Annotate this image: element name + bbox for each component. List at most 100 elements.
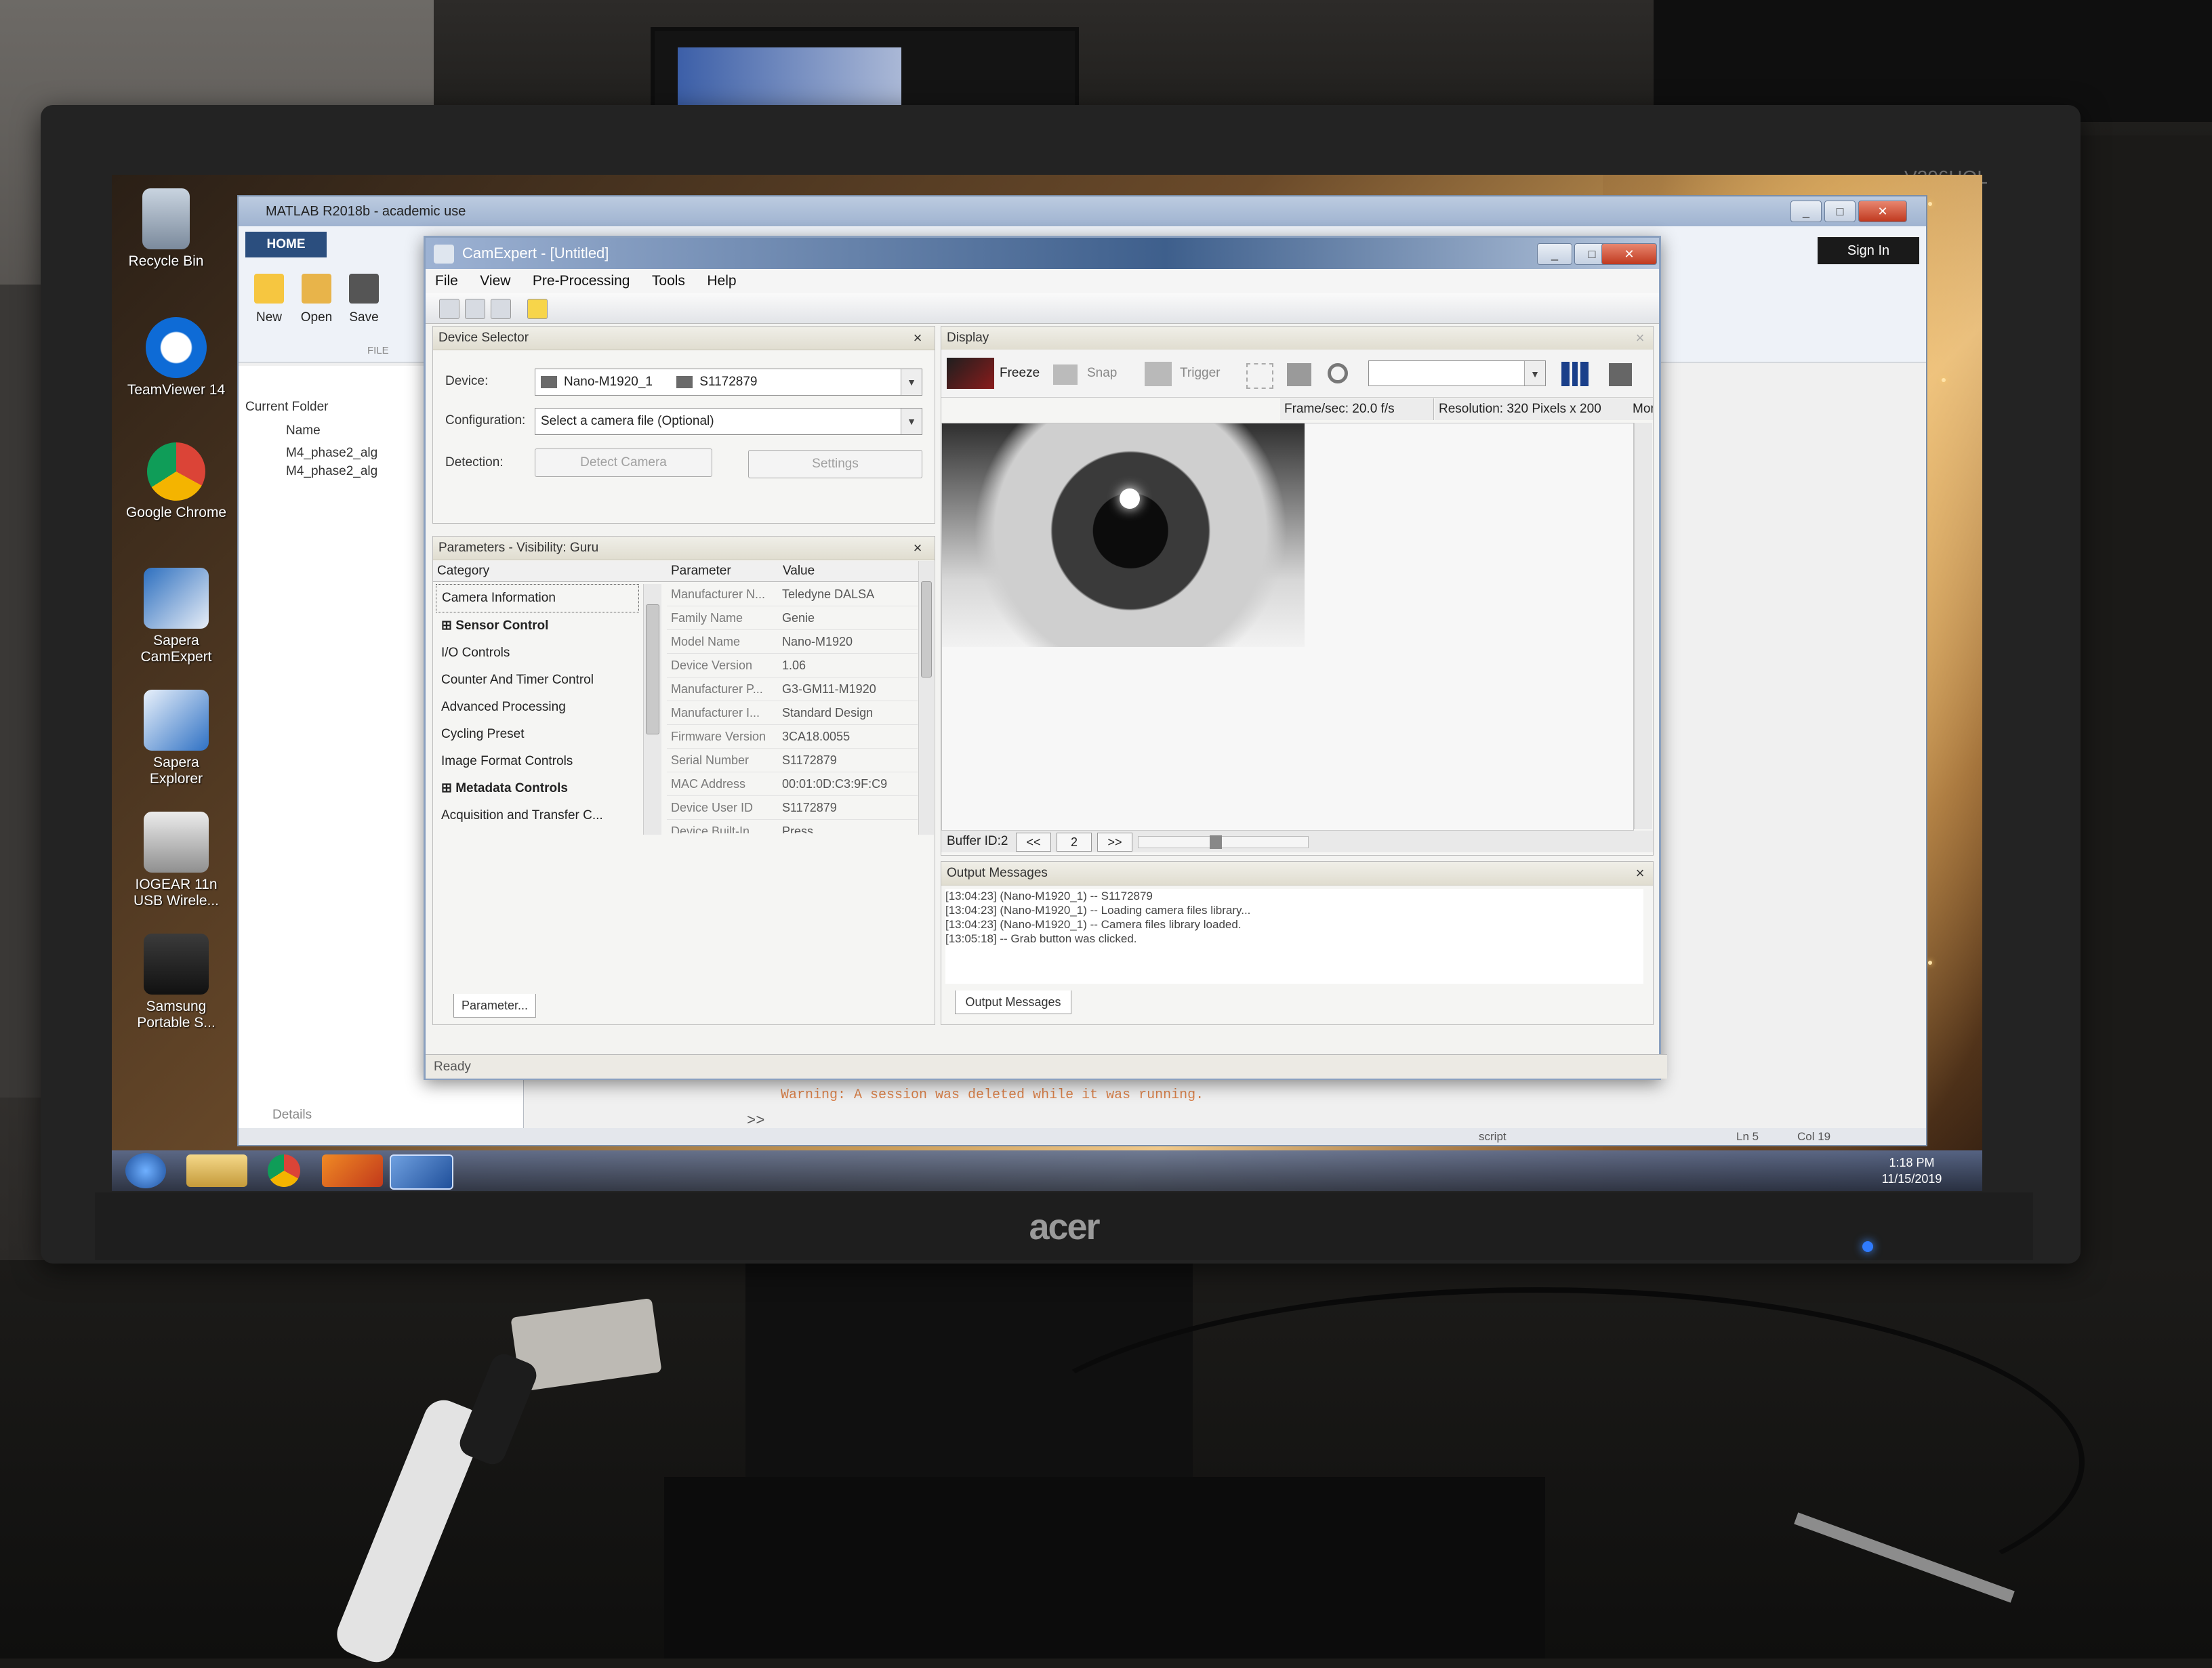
help-icon[interactable]: [527, 299, 548, 319]
desktop-icon-samsung[interactable]: Samsung Portable S...: [125, 934, 227, 1035]
detect-camera-button[interactable]: Detect Camera: [535, 449, 712, 477]
toolbar: [426, 293, 1659, 324]
param-value: Nano-M1920: [782, 635, 853, 648]
tab-output-messages[interactable]: Output Messages: [955, 991, 1071, 1014]
settings-button[interactable]: Settings: [748, 450, 922, 478]
parameter-scrollbar[interactable]: [918, 561, 934, 835]
sign-in-button[interactable]: Sign In: [1818, 237, 1919, 264]
table-row[interactable]: Family Name Genie: [667, 606, 918, 630]
image-view[interactable]: [941, 423, 1634, 831]
category-scrollbar-thumb[interactable]: [646, 604, 659, 734]
category-item[interactable]: I/O Controls: [436, 640, 639, 667]
parameters-header: Parameters - Visibility: Guru: [433, 537, 935, 560]
trigger-icon[interactable]: [1145, 362, 1172, 386]
stop-icon[interactable]: [1609, 363, 1632, 386]
category-item[interactable]: ⊞ Metadata Controls: [436, 775, 639, 802]
table-row[interactable]: Model Name Nano-M1920: [667, 630, 918, 654]
parameters-close-icon[interactable]: ×: [907, 537, 928, 560]
matlab-close-button[interactable]: ✕: [1858, 201, 1907, 222]
new-button[interactable]: New: [245, 274, 293, 355]
tab-home[interactable]: HOME: [245, 232, 327, 257]
tab-parameter[interactable]: Parameter...: [453, 994, 536, 1018]
system-clock[interactable]: 1:18 PM 11/15/2019: [1858, 1154, 1966, 1188]
menu-tools[interactable]: Tools: [642, 269, 695, 293]
trigger-button[interactable]: Trigger: [1180, 350, 1220, 397]
table-row[interactable]: Manufacturer P... G3-GM11-M1920: [667, 677, 918, 701]
snap-icon[interactable]: [1053, 364, 1078, 385]
start-button[interactable]: [125, 1153, 166, 1188]
open-file-icon[interactable]: [465, 299, 485, 319]
parameter-scrollbar-thumb[interactable]: [921, 581, 932, 677]
fit-icon[interactable]: [1246, 363, 1273, 389]
expand-icon[interactable]: ⊞: [441, 781, 455, 795]
buffer-number-field[interactable]: 2: [1057, 833, 1092, 852]
histogram-icon[interactable]: [1561, 362, 1589, 386]
desktop-icon-recycle-bin[interactable]: Recycle Bin: [115, 188, 217, 290]
matlab-minimize-button[interactable]: _: [1790, 201, 1822, 222]
file-item[interactable]: M4_phase2_alg: [286, 464, 377, 479]
category-item[interactable]: Image Format Controls: [436, 748, 639, 775]
buffer-slider[interactable]: [1138, 835, 1309, 849]
taskbar-chrome-icon[interactable]: [268, 1154, 300, 1187]
category-item[interactable]: Acquisition and Transfer C...: [436, 802, 639, 829]
image-icon[interactable]: [1287, 363, 1311, 386]
taskbar-explorer-icon[interactable]: [186, 1154, 247, 1187]
zoom-select[interactable]: ▼: [1368, 360, 1546, 386]
new-file-icon[interactable]: [439, 299, 459, 319]
desktop-icon-iogear[interactable]: IOGEAR 11n USB Wirele...: [125, 812, 227, 913]
table-row[interactable]: Device Version 1.06: [667, 654, 918, 677]
taskbar-camexpert-icon[interactable]: [390, 1154, 453, 1190]
grab-camera-icon[interactable]: [947, 358, 994, 389]
table-row[interactable]: Firmware Version 3CA18.0055: [667, 725, 918, 749]
table-row[interactable]: Device User ID S1172879: [667, 796, 918, 820]
camexpert-close-button[interactable]: ✕: [1601, 243, 1657, 265]
display-close-icon[interactable]: ×: [1630, 327, 1650, 350]
menu-help[interactable]: Help: [697, 269, 745, 293]
name-column-header[interactable]: Name: [286, 423, 321, 438]
device-selector-header: Device Selector: [433, 327, 935, 350]
table-row[interactable]: MAC Address 00:01:0D:C3:9F:C9: [667, 772, 918, 796]
menu-view[interactable]: View: [470, 269, 520, 293]
param-name: Manufacturer I...: [671, 706, 760, 720]
category-item[interactable]: ⊞ Sensor Control: [436, 612, 639, 640]
device-selector-close-icon[interactable]: ×: [907, 327, 928, 350]
display-header: Display: [941, 327, 1653, 350]
category-item[interactable]: Camera Information: [436, 584, 639, 612]
param-name: Device Built-In...: [671, 825, 760, 833]
device-select[interactable]: Nano-M1920_1 S1172879 ▼: [535, 369, 922, 396]
menu-pre-processing[interactable]: Pre-Processing: [523, 269, 640, 293]
open-button[interactable]: Open: [293, 274, 340, 355]
desktop-icon-camexpert[interactable]: Sapera CamExpert: [125, 568, 227, 669]
category-item[interactable]: Counter And Timer Control: [436, 667, 639, 694]
menu-file[interactable]: File: [426, 269, 468, 293]
device-selector-panel: Device Selector × Device: Nano-M1920_1 S…: [432, 326, 935, 524]
table-row[interactable]: Manufacturer I... Standard Design: [667, 701, 918, 725]
table-row[interactable]: Device Built-In... Press: [667, 820, 918, 833]
expand-icon[interactable]: ⊞: [441, 619, 455, 633]
matlab-maximize-button[interactable]: □: [1824, 201, 1856, 222]
zoom-icon[interactable]: [1328, 363, 1348, 383]
desktop-icon-teamviewer[interactable]: TeamViewer 14: [125, 317, 227, 419]
save-button[interactable]: Save: [340, 274, 388, 355]
camexpert-minimize-button[interactable]: _: [1537, 243, 1572, 265]
desktop-icon-sapera-explorer[interactable]: Sapera Explorer: [125, 690, 227, 791]
desktop-icon-chrome[interactable]: Google Chrome: [125, 442, 227, 544]
file-item[interactable]: M4_phase2_alg: [286, 446, 377, 461]
prev-buffer-button[interactable]: <<: [1016, 833, 1051, 852]
category-scrollbar[interactable]: [643, 584, 661, 835]
snap-button[interactable]: Snap: [1087, 350, 1117, 397]
category-item[interactable]: Advanced Processing: [436, 694, 639, 721]
save-file-icon[interactable]: [491, 299, 511, 319]
output-close-icon[interactable]: ×: [1630, 862, 1650, 885]
table-row[interactable]: Serial Number S1172879: [667, 749, 918, 772]
next-buffer-button[interactable]: >>: [1097, 833, 1132, 852]
freeze-button[interactable]: Freeze: [1000, 350, 1040, 397]
taskbar-matlab-icon[interactable]: [322, 1154, 383, 1187]
buffer-slider-thumb[interactable]: [1210, 835, 1222, 849]
samsung-ssd-icon: [144, 934, 209, 995]
eye-glint: [1120, 488, 1140, 509]
table-row[interactable]: Manufacturer N... Teledyne DALSA: [667, 583, 918, 606]
image-scrollbar-vertical[interactable]: [1634, 423, 1652, 829]
configuration-select[interactable]: Select a camera file (Optional) ▼: [535, 408, 922, 435]
category-item[interactable]: Cycling Preset: [436, 721, 639, 748]
